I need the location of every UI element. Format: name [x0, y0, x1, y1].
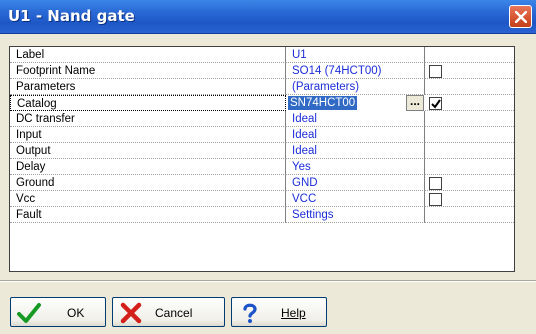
title-bar[interactable]: U1 - Nand gate — [0, 0, 536, 34]
property-name: DC transfer — [10, 111, 286, 127]
property-value[interactable]: (Parameters) — [286, 79, 425, 95]
property-value[interactable]: VCC — [286, 191, 425, 207]
cancel-label: Cancel — [155, 306, 193, 320]
property-value[interactable]: Yes — [286, 159, 425, 175]
property-check-cell — [425, 191, 514, 207]
property-name: Label — [10, 47, 286, 63]
dialog-window: U1 - Nand gate Label U1 Footprint Name S… — [0, 0, 536, 334]
property-name: Output — [10, 143, 286, 159]
browse-button[interactable]: ... — [406, 95, 424, 111]
property-value[interactable]: Ideal — [286, 143, 425, 159]
ok-button[interactable]: OK — [10, 297, 106, 327]
property-row-input[interactable]: Input Ideal — [10, 127, 514, 143]
cancel-button[interactable]: Cancel — [112, 297, 225, 327]
property-check-cell — [425, 207, 514, 223]
help-label: Help — [281, 306, 306, 320]
property-value[interactable]: SO14 (74HCT00) — [286, 63, 425, 79]
property-check-cell — [425, 127, 514, 143]
footprint-checkbox[interactable] — [429, 65, 442, 78]
property-value[interactable]: GND — [286, 175, 425, 191]
property-row-parameters[interactable]: Parameters (Parameters) — [10, 79, 514, 95]
catalog-input[interactable]: SN74HCT00 — [288, 96, 358, 110]
property-row-delay[interactable]: Delay Yes — [10, 159, 514, 175]
property-row-catalog[interactable]: Catalog SN74HCT00 ... — [10, 95, 514, 111]
property-name: Ground — [10, 175, 286, 191]
property-name: Fault — [10, 207, 286, 223]
help-button[interactable]: Help — [231, 297, 327, 327]
checkmark-icon — [17, 303, 41, 323]
property-name: Vcc — [10, 191, 286, 207]
property-name: Input — [10, 127, 286, 143]
property-name: Catalog — [10, 95, 286, 111]
property-check-cell — [425, 143, 514, 159]
property-value[interactable]: Ideal — [286, 127, 425, 143]
property-name: Delay — [10, 159, 286, 175]
ground-checkbox[interactable] — [429, 177, 442, 190]
property-check-cell — [425, 47, 514, 63]
property-value[interactable]: U1 — [286, 47, 425, 63]
close-icon — [515, 11, 527, 23]
check-icon — [431, 99, 441, 109]
close-button[interactable] — [509, 5, 532, 28]
property-check-cell — [425, 63, 514, 79]
property-row-vcc[interactable]: Vcc VCC — [10, 191, 514, 207]
property-check-cell — [425, 111, 514, 127]
property-row-dc-transfer[interactable]: DC transfer Ideal — [10, 111, 514, 127]
property-name: Parameters — [10, 79, 286, 95]
property-row-output[interactable]: Output Ideal — [10, 143, 514, 159]
catalog-checkbox[interactable] — [429, 97, 442, 110]
window-title: U1 - Nand gate — [8, 7, 135, 25]
property-grid: Label U1 Footprint Name SO14 (74HCT00) P… — [9, 46, 515, 272]
property-row-label[interactable]: Label U1 — [10, 47, 514, 63]
property-row-ground[interactable]: Ground GND — [10, 175, 514, 191]
property-row-footprint[interactable]: Footprint Name SO14 (74HCT00) — [10, 63, 514, 79]
ok-label: OK — [67, 306, 85, 320]
property-check-cell — [425, 95, 514, 111]
property-check-cell — [425, 175, 514, 191]
property-row-fault[interactable]: Fault Settings — [10, 207, 514, 223]
property-name: Footprint Name — [10, 63, 286, 79]
x-icon — [120, 302, 142, 324]
question-icon — [243, 303, 257, 323]
divider — [0, 280, 536, 282]
vcc-checkbox[interactable] — [429, 193, 442, 206]
property-check-cell — [425, 79, 514, 95]
property-value[interactable]: Settings — [286, 207, 425, 223]
catalog-editor[interactable]: SN74HCT00 ... — [286, 95, 425, 111]
property-value[interactable]: Ideal — [286, 111, 425, 127]
property-check-cell — [425, 159, 514, 175]
